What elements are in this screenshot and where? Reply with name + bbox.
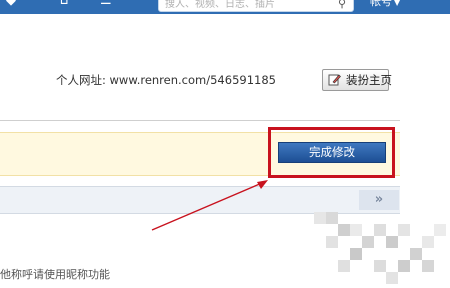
menu-icon[interactable]: ☰	[100, 0, 112, 8]
section-divider	[0, 120, 400, 121]
edit-icon	[328, 74, 341, 86]
home-icon[interactable]: ⌂	[60, 0, 68, 8]
nickname-hint: 他称呼请使用昵称功能	[0, 268, 110, 281]
account-menu[interactable]: 帐号 ▼	[370, 0, 400, 10]
search-icon[interactable]: ⚲	[335, 0, 349, 11]
dress-homepage-button[interactable]: 装扮主页	[322, 69, 392, 91]
personal-url-value[interactable]: www.renren.com/546591185	[110, 73, 276, 87]
personal-url: 个人网址: www.renren.com/546591185	[56, 73, 276, 87]
account-label: 帐号	[370, 0, 392, 8]
finish-edit-button[interactable]: 完成修改	[278, 142, 386, 163]
personal-url-label: 个人网址:	[56, 73, 106, 87]
search-input[interactable]	[159, 0, 335, 13]
watermark-mosaic	[314, 212, 446, 284]
grid-icon[interactable]: ◆	[6, 0, 16, 8]
search-box: ⚲	[158, 0, 354, 13]
chevron-down-icon: ▼	[394, 0, 401, 7]
top-nav-bar: ◆ ⌂ ☰ ⚲ 帐号▼	[0, 0, 450, 14]
dress-homepage-label: 装扮主页	[346, 73, 392, 87]
